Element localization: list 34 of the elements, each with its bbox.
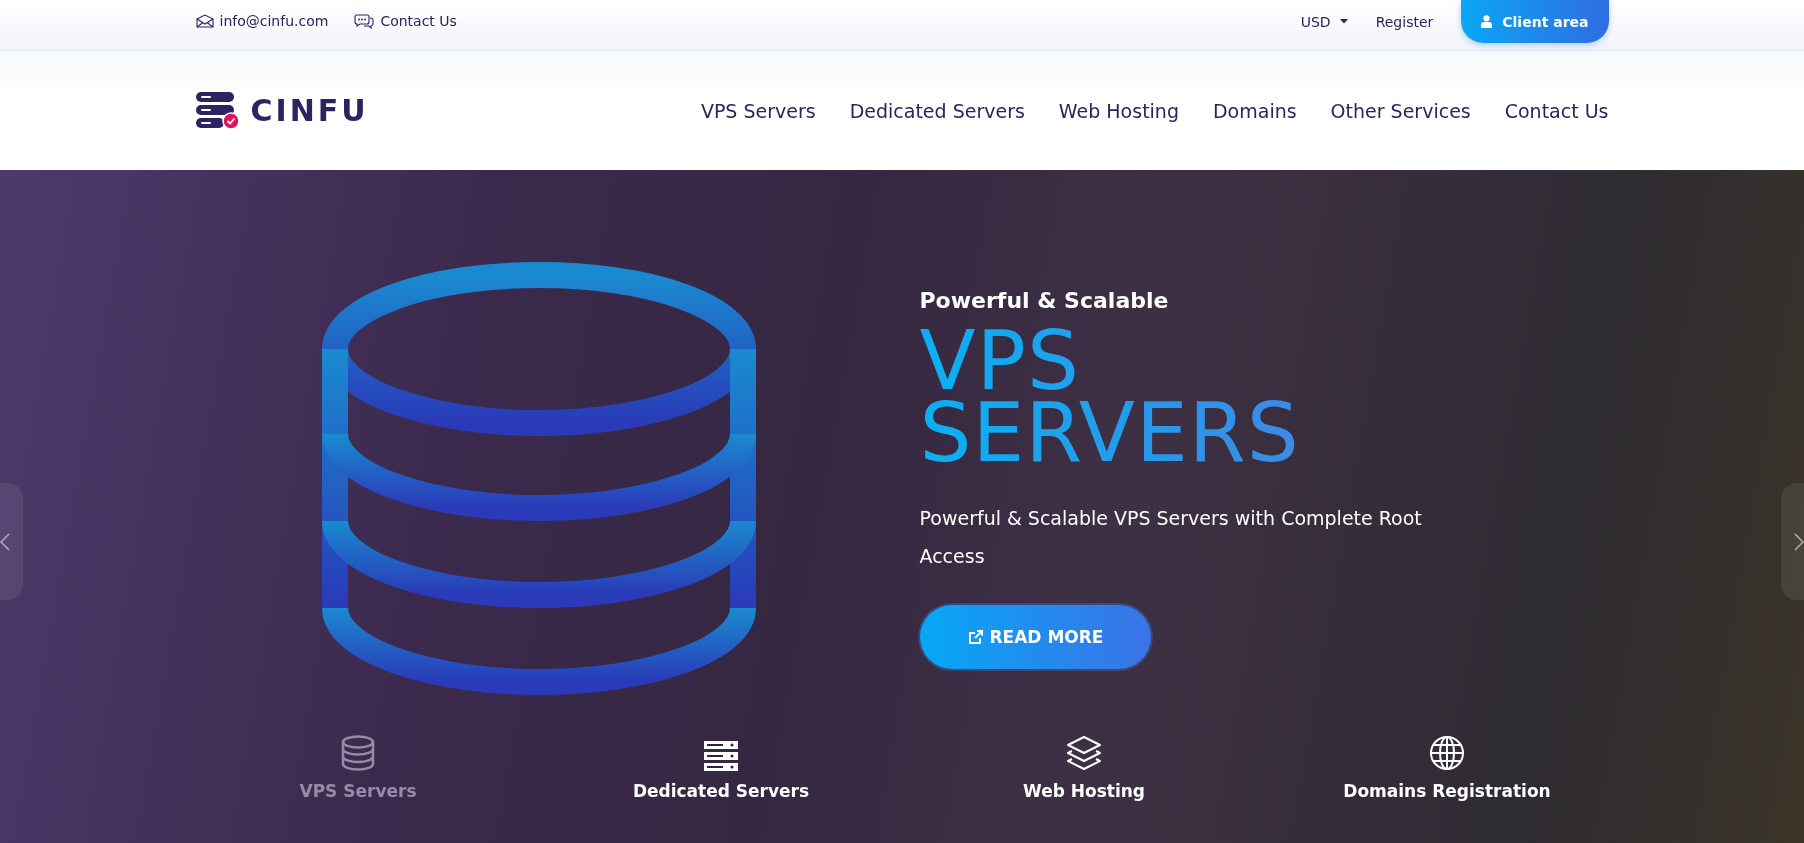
- nav-link[interactable]: Contact Us: [1504, 99, 1609, 122]
- email-link[interactable]: info@cinfu.com: [195, 13, 329, 29]
- server-rack-icon: [704, 741, 738, 771]
- slide-tab[interactable]: VPS Servers: [299, 735, 417, 801]
- hero-subtitle: Powerful & Scalable: [919, 288, 1170, 313]
- nav-link[interactable]: Dedicated Servers: [849, 99, 1025, 122]
- contact-link[interactable]: Contact Us: [354, 13, 457, 29]
- database-icon: [321, 262, 756, 695]
- chevron-left-icon: [0, 532, 10, 551]
- layers-icon: [1066, 735, 1102, 771]
- slide-tab[interactable]: Web Hosting: [1023, 735, 1145, 801]
- globe-icon: [1429, 735, 1465, 771]
- logo[interactable]: CINFU: [195, 91, 369, 130]
- envelope-icon: [195, 14, 214, 28]
- chevron-right-icon: [1794, 532, 1804, 551]
- previous-slide-button[interactable]: [0, 483, 23, 600]
- next-slide-button[interactable]: [1781, 483, 1804, 600]
- external-link-icon: [967, 629, 984, 645]
- currency-dropdown[interactable]: USD: [1300, 13, 1348, 30]
- chat-bubbles-icon: [354, 13, 375, 29]
- slide-tab[interactable]: Domains Registration: [1343, 735, 1551, 801]
- caret-icon: [1339, 19, 1348, 24]
- nav-link[interactable]: VPS Servers: [700, 99, 816, 122]
- user-icon: [1481, 15, 1493, 28]
- register-link[interactable]: Register: [1375, 13, 1434, 30]
- database-icon: [341, 735, 375, 771]
- hero-description: Powerful & Scalable VPS Servers with Complete Root Access: [919, 506, 1423, 569]
- client-area-button[interactable]: Client area: [1461, 0, 1609, 43]
- read-more-button[interactable]: READ MORE: [919, 605, 1152, 669]
- nav-link[interactable]: Other Services: [1330, 99, 1471, 122]
- slide-tab[interactable]: Dedicated Servers: [632, 741, 810, 801]
- nav-link[interactable]: Web Hosting: [1058, 99, 1179, 122]
- nav-link[interactable]: Domains: [1212, 99, 1297, 122]
- server-check-icon: [195, 91, 239, 130]
